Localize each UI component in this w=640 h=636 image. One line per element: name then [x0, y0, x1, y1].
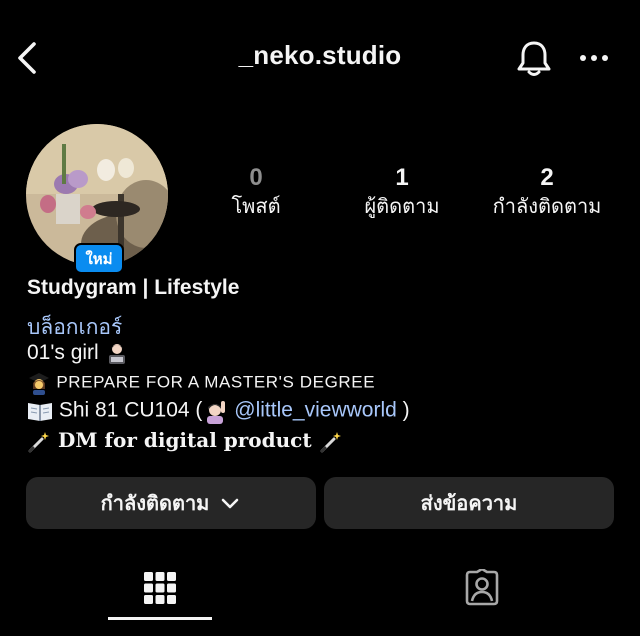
notifications-button[interactable]: [512, 36, 556, 80]
posts-stat: 0 โพสต์: [206, 163, 306, 221]
open-book-emoji-icon: [28, 403, 52, 421]
bio-line-4-text: DM for digital product: [57, 428, 312, 452]
message-button-label: ส่งข้อความ: [420, 493, 518, 515]
bio-category[interactable]: บล็อกเกอร์: [27, 311, 122, 344]
bio-line-1-text: 01's girl: [27, 341, 99, 364]
following-label: กำลังติดตาม: [492, 196, 602, 218]
following-button[interactable]: กำลังติดตาม: [26, 477, 316, 529]
more-horizontal-icon: [580, 55, 608, 61]
bio-line-3: Shi 81 CU104 ( @little_viewworld ): [27, 398, 410, 424]
bio-name: Studygram | Lifestyle: [27, 276, 240, 299]
posts-count: 0: [249, 164, 263, 191]
following-count: 2: [540, 164, 554, 191]
bio-line-4: DM for digital product: [27, 428, 343, 454]
bio-line-2: PREPARE FOR A MASTER'S DEGREE: [27, 371, 375, 395]
followers-count: 1: [395, 164, 409, 191]
chevron-down-icon: [222, 498, 239, 509]
following-stat[interactable]: 2 กำลังติดตาม: [482, 163, 612, 221]
posts-label: โพสต์: [231, 196, 281, 218]
raising-hand-emoji-icon: [207, 401, 226, 424]
student-emoji-icon: [29, 373, 49, 395]
bio-line-3-prefix: Shi 81 CU104 (: [58, 398, 203, 422]
followers-label: ผู้ติดตาม: [364, 196, 440, 218]
tab-tagged[interactable]: [430, 560, 534, 616]
grid-icon: [144, 572, 176, 604]
tab-posts-grid[interactable]: [108, 560, 212, 616]
bio-line-3-suffix: ): [402, 398, 410, 422]
tagged-person-icon: [465, 569, 499, 606]
bell-icon: [517, 41, 551, 76]
magic-wand-emoji-icon: [320, 431, 341, 452]
bio-line-1: 01's girl: [27, 341, 129, 365]
more-options-button[interactable]: [574, 44, 614, 72]
profile-header: _neko.studio: [0, 0, 640, 112]
new-badge: ใหม่: [74, 243, 124, 274]
magic-wand-emoji-icon: [28, 431, 49, 452]
technologist-emoji-icon: [108, 344, 125, 365]
following-button-label: กำลังติดตาม: [100, 493, 210, 515]
message-button[interactable]: ส่งข้อความ: [324, 477, 614, 529]
bio-line-2-text: PREPARE FOR A MASTER'S DEGREE: [56, 372, 376, 392]
followers-stat[interactable]: 1 ผู้ติดตาม: [346, 163, 458, 221]
active-tab-indicator: [108, 617, 212, 620]
bio-mention-link[interactable]: @little_viewworld: [234, 399, 397, 422]
